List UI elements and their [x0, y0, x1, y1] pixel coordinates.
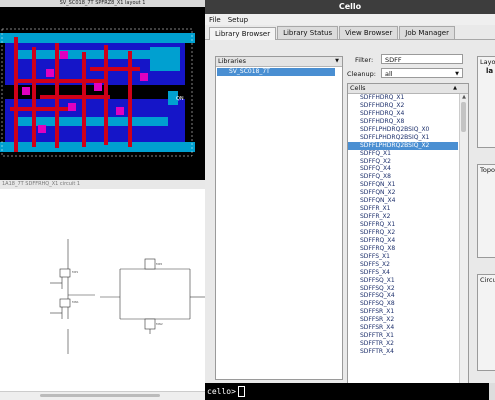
layout-panel: Layo la: [477, 56, 495, 148]
cell-item[interactable]: SDFFR_X1: [348, 205, 458, 213]
sort-arrow-icon: ▼: [335, 58, 339, 64]
menu-setup[interactable]: Setup: [228, 16, 248, 24]
svg-text:MN1: MN1: [72, 300, 79, 304]
cell-item[interactable]: SDFFSR_X4: [348, 324, 458, 332]
cells-header[interactable]: Cells ▲: [348, 84, 468, 94]
cell-item[interactable]: SDFFHDRQ_X4: [348, 110, 458, 118]
cell-item[interactable]: SDFFSQ_X1: [348, 277, 458, 285]
layout-window-title: SV_SC018_7T SPFRZ8_X1 layout 1: [0, 0, 205, 7]
cell-item[interactable]: SDFFTR_X4: [348, 348, 458, 356]
cell-item[interactable]: SDFFLPHDRQ2BSIQ_X1: [348, 134, 458, 142]
cell-item-selected[interactable]: SDFFLPHDRQ2BSIQ_X2: [348, 141, 458, 150]
cell-item[interactable]: SDFFSQ_X2: [348, 285, 458, 293]
cells-list[interactable]: Cells ▲ SDFFHDRQ_X1 SDFFHDRQ_X2 SDFFHDRQ_X…: [347, 83, 469, 383]
cell-item[interactable]: SDFFQ_X4: [348, 165, 458, 173]
console-cursor[interactable]: [237, 386, 245, 397]
tab-library-browser[interactable]: Library Browser: [209, 27, 277, 40]
svg-text:MP1: MP1: [72, 270, 78, 274]
schematic-window-title: 1A18_7T SDFFRHQ_X1 circuit 1: [0, 180, 205, 189]
cell-item[interactable]: SDFFSQ_X4: [348, 292, 458, 300]
cleanup-label: Cleanup:: [347, 70, 376, 78]
layout-panel-text: la: [486, 67, 494, 75]
svg-text:MP2: MP2: [156, 262, 162, 266]
pin-label: QN: [176, 96, 184, 102]
tab-library-status[interactable]: Library Status: [277, 26, 339, 39]
cell-item[interactable]: SDFFTR_X1: [348, 332, 458, 340]
topology-panel: Topo: [477, 164, 495, 258]
sort-arrow-icon: ▲: [453, 85, 457, 91]
cello-window: Cello File Setup Library Browser Library…: [205, 0, 495, 383]
menu-bar: File Setup: [205, 14, 495, 25]
topology-panel-title: Topo: [480, 166, 495, 174]
cells-items: SDFFHDRQ_X1 SDFFHDRQ_X2 SDFFHDRQ_X4 SDFFHDR…: [348, 94, 458, 356]
filter-label: Filter:: [355, 56, 374, 64]
circuit-panel-title: Circu: [480, 276, 495, 284]
cell-item[interactable]: SDFFLPHDRQ2BSIQ_X0: [348, 126, 458, 134]
schematic-horizontal-scrollbar[interactable]: [0, 391, 205, 400]
libraries-header-label: Libraries: [218, 57, 247, 65]
layout-window[interactable]: SV_SC018_7T SPFRZ8_X1 layout 1 QN: [0, 0, 205, 180]
cell-item[interactable]: SDFFRQ_X8: [348, 245, 458, 253]
scrollbar-thumb[interactable]: [40, 394, 160, 397]
schematic-window[interactable]: 1A18_7T SDFFRHQ_X1 circuit 1 MP1 MN1 MP2…: [0, 180, 205, 400]
scroll-up-icon[interactable]: ▲: [460, 94, 468, 101]
cleanup-value: all: [385, 70, 393, 78]
cell-item[interactable]: SDFFSQ_X8: [348, 300, 458, 308]
svg-text:MN2: MN2: [156, 322, 163, 326]
console-scrollbar[interactable]: [489, 383, 495, 400]
cell-item[interactable]: SDFFS_X4: [348, 269, 458, 277]
console-prompt: cello>: [207, 387, 236, 396]
cell-item[interactable]: SDFFQN_X1: [348, 181, 458, 189]
libraries-header[interactable]: Libraries ▼: [216, 57, 342, 67]
cell-item[interactable]: SDFFQ_X1: [348, 150, 458, 158]
tab-job-manager[interactable]: Job Manager: [399, 26, 455, 39]
cell-item[interactable]: SDFFRQ_X2: [348, 229, 458, 237]
tab-view-browser[interactable]: View Browser: [339, 26, 399, 39]
cell-item[interactable]: SDFFQN_X4: [348, 197, 458, 205]
cell-item[interactable]: SDFFHDRQ_X1: [348, 94, 458, 102]
cell-item[interactable]: SDFFRQ_X4: [348, 237, 458, 245]
cell-item[interactable]: SDFFHDRQ_X2: [348, 102, 458, 110]
library-browser-panel: Libraries ▼ SV_SC018_7T Filter: SDFF Cle…: [205, 40, 495, 383]
cell-item[interactable]: SDFFTR_X2: [348, 340, 458, 348]
cell-item[interactable]: SDFFQ_X8: [348, 173, 458, 181]
cell-item[interactable]: SDFFQ_X2: [348, 158, 458, 166]
cells-header-label: Cells: [350, 84, 366, 92]
cell-item[interactable]: SDFFRQ_X1: [348, 221, 458, 229]
console[interactable]: cello>: [205, 383, 495, 400]
cell-item[interactable]: SDFFHDRQ_X8: [348, 118, 458, 126]
schematic-canvas[interactable]: MP1 MN1 MP2 MN2: [0, 189, 205, 389]
libraries-list[interactable]: Libraries ▼ SV_SC018_7T: [215, 56, 343, 380]
cell-item[interactable]: SDFFQN_X2: [348, 189, 458, 197]
cell-item[interactable]: SDFFS_X1: [348, 253, 458, 261]
menu-file[interactable]: File: [209, 16, 221, 24]
library-item-selected[interactable]: SV_SC018_7T: [217, 68, 335, 76]
scrollbar-thumb[interactable]: [461, 102, 466, 132]
circuit-panel: Circu: [477, 274, 495, 371]
window-title: Cello: [205, 0, 495, 14]
cell-item[interactable]: SDFFS_X2: [348, 261, 458, 269]
cleanup-select[interactable]: all ▼: [381, 68, 463, 78]
cell-item[interactable]: SDFFSR_X1: [348, 308, 458, 316]
cell-item[interactable]: SDFFR_X2: [348, 213, 458, 221]
tab-bar: Library Browser Library Status View Brow…: [205, 25, 495, 40]
layout-panel-title: Layo: [480, 58, 495, 66]
filter-input[interactable]: SDFF: [381, 54, 463, 64]
chevron-down-icon: ▼: [455, 71, 459, 77]
cells-vertical-scrollbar[interactable]: ▲ ▼: [459, 94, 468, 383]
cell-item[interactable]: SDFFSR_X2: [348, 316, 458, 324]
layout-canvas[interactable]: QN: [0, 7, 205, 180]
